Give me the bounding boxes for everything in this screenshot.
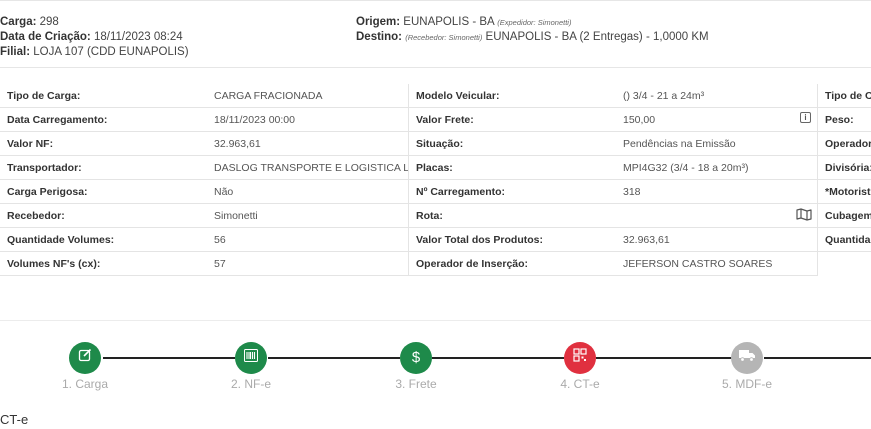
volumes-nfs-label: Volumes NF's (cx): bbox=[0, 252, 207, 276]
step-label-mdfe: 5. MDF-e bbox=[721, 377, 772, 391]
transportador-label: Transportador: bbox=[0, 156, 207, 180]
carga-perigosa-value: Não bbox=[207, 180, 408, 204]
step-label-nfe: 2. NF-e bbox=[230, 377, 271, 391]
column-divider bbox=[408, 84, 409, 276]
step-connector bbox=[268, 357, 400, 359]
destino-note: (Recebedor: Simonetti) bbox=[405, 33, 483, 42]
column-divider bbox=[817, 84, 818, 276]
data-carregamento-value: 18/11/2023 00:00 bbox=[207, 108, 408, 132]
recebedor-label: Recebedor: bbox=[0, 204, 207, 228]
criacao-label: Data de Criação: bbox=[0, 31, 91, 43]
criacao-value: 18/11/2023 08:24 bbox=[93, 31, 183, 43]
divisoria-label: Divisória: bbox=[818, 156, 871, 180]
data-carregamento-label: Data Carregamento: bbox=[0, 108, 207, 132]
section-title: CT-e bbox=[0, 412, 29, 427]
valor-total-produtos-value: 32.963,61 bbox=[616, 228, 818, 252]
step-connector bbox=[764, 357, 871, 359]
quantidade-label: Quantidad bbox=[818, 228, 871, 252]
quantidade-volumes-label: Quantidade Volumes: bbox=[0, 228, 207, 252]
operador-insercao-value: JEFERSON CASTRO SOARES bbox=[616, 252, 818, 276]
carga-perigosa-label: Carga Perigosa: bbox=[0, 180, 207, 204]
carga-label: Carga: bbox=[0, 16, 37, 28]
qrcode-icon bbox=[573, 348, 587, 365]
dollar-icon: $ bbox=[411, 349, 421, 366]
operador-label: Operador: bbox=[818, 132, 871, 156]
recebedor-value: Simonetti bbox=[207, 204, 408, 228]
modelo-veicular-label: Modelo Veicular: bbox=[409, 84, 616, 108]
step-carga[interactable] bbox=[69, 342, 101, 374]
section-divider bbox=[0, 320, 871, 321]
carga-value: 298 bbox=[39, 16, 59, 28]
tipo-carga-value: CARGA FRACIONADA bbox=[207, 84, 408, 108]
motorista-label: *Motorist bbox=[818, 180, 871, 204]
step-connector bbox=[103, 357, 235, 359]
step-mdfe[interactable] bbox=[731, 342, 763, 374]
operador-insercao-label: Operador de Inserção: bbox=[409, 252, 616, 276]
step-connector bbox=[596, 357, 732, 359]
step-cte[interactable] bbox=[564, 342, 596, 374]
valor-nf-label: Valor NF: bbox=[0, 132, 207, 156]
transportador-value: DASLOG TRANSPORTE E LOGISTICA L... bbox=[207, 156, 408, 180]
step-frete[interactable]: $ bbox=[400, 342, 432, 374]
valor-nf-value: 32.963,61 bbox=[207, 132, 408, 156]
step-nfe[interactable] bbox=[235, 342, 267, 374]
truck-icon bbox=[738, 350, 756, 365]
tipo-operacao-label: Tipo de Op bbox=[818, 84, 871, 108]
valor-frete-label: Valor Frete: bbox=[409, 108, 616, 132]
origem-label: Origem: bbox=[356, 16, 401, 28]
destino-label: Destino: bbox=[356, 31, 402, 43]
header-left: Carga: 298 Data de Criação: 18/11/2023 0… bbox=[0, 15, 189, 60]
modelo-veicular-value: () 3/4 - 21 a 24m³ bbox=[616, 84, 818, 108]
cargo-header: Carga: 298 Data de Criação: 18/11/2023 0… bbox=[0, 0, 871, 68]
origem-value: EUNAPOLIS - BA bbox=[403, 16, 495, 28]
valor-total-produtos-label: Valor Total dos Produtos: bbox=[409, 228, 616, 252]
origem-note: (Expedidor: Simonetti) bbox=[497, 18, 572, 27]
destino-value: EUNAPOLIS - BA (2 Entregas) - 1,0000 KM bbox=[485, 31, 709, 43]
step-label-cte: 4. CT-e bbox=[560, 377, 600, 391]
situacao-label: Situação: bbox=[409, 132, 616, 156]
peso-label: Peso: bbox=[818, 108, 871, 132]
edit-icon bbox=[78, 348, 92, 365]
volumes-nfs-value: 57 bbox=[207, 252, 408, 276]
rota-label: Rota: bbox=[409, 204, 616, 228]
progress-stepper: $ 1. Carga 2. NF-e 3. Frete 4. CT-e 5. M… bbox=[0, 340, 871, 400]
n-carregamento-label: Nº Carregamento: bbox=[409, 180, 616, 204]
quantidade-volumes-value: 56 bbox=[207, 228, 408, 252]
situacao-value: Pendências na Emissão bbox=[616, 132, 818, 156]
tipo-carga-label: Tipo de Carga: bbox=[0, 84, 207, 108]
rota-value bbox=[616, 204, 818, 228]
filial-value: LOJA 107 (CDD EUNAPOLIS) bbox=[33, 46, 189, 58]
step-label-frete: 3. Frete bbox=[395, 377, 437, 391]
step-label-carga: 1. Carga bbox=[61, 377, 109, 391]
n-carregamento-value: 318 bbox=[616, 180, 818, 204]
header-right: Origem: EUNAPOLIS - BA (Expedidor: Simon… bbox=[356, 15, 709, 45]
placas-value: MPI4G32 (3/4 - 18 a 20m³) bbox=[616, 156, 818, 180]
filial-label: Filial: bbox=[0, 46, 31, 58]
cubagem-label: Cubagem bbox=[818, 204, 871, 228]
map-icon[interactable] bbox=[796, 208, 812, 224]
barcode-icon bbox=[244, 349, 258, 365]
info-icon[interactable]: i bbox=[800, 112, 811, 123]
step-connector bbox=[432, 357, 564, 359]
placas-label: Placas: bbox=[409, 156, 616, 180]
valor-frete-value: 150,00 bbox=[616, 108, 818, 132]
